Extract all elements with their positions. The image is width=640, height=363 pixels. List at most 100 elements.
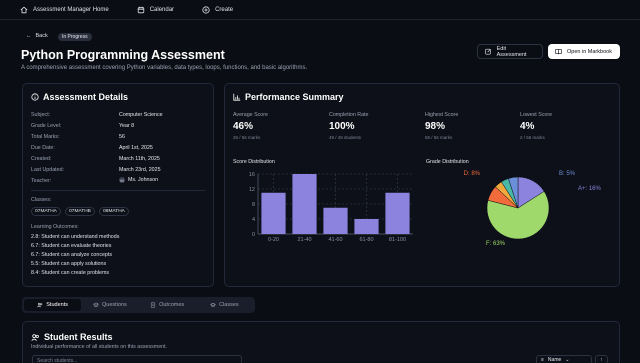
edit-icon xyxy=(485,48,491,55)
document-icon xyxy=(151,302,156,308)
y-tick-label: 0 xyxy=(252,232,255,238)
plus-circle-icon xyxy=(202,5,210,14)
sort-select[interactable]: ≡ Name ⌄ xyxy=(536,355,592,363)
outcomes-label: Learning Outcomes: xyxy=(31,224,79,230)
detail-label-grade: Grade Level: xyxy=(31,123,62,129)
detail-value-updated: March 23rd, 2025 xyxy=(119,167,161,173)
arrow-left-icon: ← xyxy=(26,33,32,39)
outcome-item: 8.4: Student can create problems xyxy=(31,270,110,276)
x-tick-label: 81-100 xyxy=(389,237,406,243)
page-title: Python Programming Assessment xyxy=(21,48,225,62)
detail-value-subject: Computer Science xyxy=(119,112,163,118)
edit-assessment-button[interactable]: Edit Assessment xyxy=(477,44,543,59)
outcome-item: 5.5: Student can apply solutions xyxy=(31,261,107,267)
tab-bar: Students Questions Outcomes Classes xyxy=(22,297,255,313)
home-icon xyxy=(20,6,28,13)
nav-calendar[interactable]: Calendar xyxy=(137,6,174,14)
stat-value-average: 46% xyxy=(233,121,254,132)
x-tick-label: 61-80 xyxy=(359,237,373,243)
x-tick-label: 41-60 xyxy=(328,237,342,243)
back-button[interactable]: ← Back xyxy=(26,33,48,39)
tab-questions[interactable]: Questions xyxy=(81,299,138,311)
stat-label-highest: Highest Score xyxy=(425,112,459,118)
y-tick-label: 16 xyxy=(249,172,255,178)
teacher-name: Ms. Johnson xyxy=(128,177,159,183)
outcome-item: 6.7: Student can analyze concepts xyxy=(31,252,112,258)
book-icon xyxy=(555,49,562,55)
nav-create-label: Create xyxy=(215,6,234,13)
slice-label: D: 8% xyxy=(464,171,481,177)
slice-label: F: 63% xyxy=(486,241,506,247)
outcome-item: 2.8: Student can understand methods xyxy=(31,234,120,240)
classes-label: Classes: xyxy=(31,197,52,203)
status-badge: In Progress xyxy=(58,33,92,41)
student-results-subtitle: Individual performance of all students o… xyxy=(31,344,168,350)
avatar: M xyxy=(119,177,125,183)
bar xyxy=(354,219,379,234)
search-input[interactable]: Search students... xyxy=(32,355,242,363)
tab-outcomes[interactable]: Outcomes xyxy=(139,299,196,311)
stat-label-average: Average Score xyxy=(233,112,268,118)
detail-label-due: Due Date: xyxy=(31,145,55,151)
bar xyxy=(292,174,317,234)
detail-label-teacher: Teacher: xyxy=(31,178,52,184)
bar xyxy=(385,192,410,234)
calendar-icon xyxy=(137,6,144,13)
stat-sub-highest: 55 / 56 marks xyxy=(425,135,453,140)
x-tick-label: 21-40 xyxy=(297,237,311,243)
slice-label: A+: 16% xyxy=(578,186,602,192)
nav-home[interactable]: Assessment Manager Home xyxy=(20,6,109,14)
tab-classes[interactable]: Classes xyxy=(196,299,253,311)
tab-students[interactable]: Students xyxy=(24,299,82,311)
stat-sub-lowest: 2 / 56 marks xyxy=(520,135,545,140)
sort-direction-button[interactable]: ↑ xyxy=(595,355,608,363)
layers-icon xyxy=(92,302,99,308)
detail-value-created: March 11th, 2025 xyxy=(119,156,160,162)
chevron-down-icon: ⌄ xyxy=(565,357,570,363)
info-icon xyxy=(31,93,39,101)
performance-summary-label: Performance Summary xyxy=(245,92,344,102)
stat-label-completion: Completion Rate xyxy=(329,112,369,118)
x-tick-label: 0-20 xyxy=(268,237,279,243)
student-results-label: Student Results xyxy=(44,332,113,342)
page-subtitle: A comprehensive assessment covering Pyth… xyxy=(21,65,308,71)
tab-questions-label: Questions xyxy=(101,302,127,308)
tab-outcomes-label: Outcomes xyxy=(159,302,185,308)
filter-icon: ≡ xyxy=(541,357,544,363)
stat-sub-average: 26 / 56 marks xyxy=(233,135,261,140)
class-chip: 07MATHA xyxy=(31,207,61,216)
bar-chart-icon xyxy=(233,93,241,101)
stat-value-completion: 100% xyxy=(329,121,355,132)
arrow-up-icon: ↑ xyxy=(600,357,603,363)
tab-classes-label: Classes xyxy=(219,302,239,308)
grade-distribution-chart: A+: 16% F: 63% D: 8% B: 5% xyxy=(464,171,602,247)
tab-students-label: Students xyxy=(46,302,68,308)
details-divider xyxy=(31,190,205,191)
detail-value-grade: Year 8 xyxy=(119,123,135,129)
open-markbook-button[interactable]: Open in Markbook xyxy=(548,44,620,59)
score-distribution-chart: 0 4 8 12 16 0-20 21-40 41-60 61-80 81-100 xyxy=(249,172,413,243)
top-nav: Assessment Manager Home Calendar Create xyxy=(0,0,640,20)
sort-label: Name xyxy=(547,357,562,363)
nav-create[interactable]: Create xyxy=(202,5,234,14)
open-markbook-label: Open in Markbook xyxy=(567,48,612,55)
performance-summary-title: Performance Summary xyxy=(233,92,344,102)
detail-value-marks: 56 xyxy=(119,134,125,140)
edit-assessment-label: Edit Assessment xyxy=(496,45,527,58)
score-distribution-title: Score Distribution xyxy=(233,159,275,165)
class-chip: 08MATHA xyxy=(99,207,129,216)
slice-label: B: 5% xyxy=(559,171,576,177)
stat-sub-completion: 49 / 49 students xyxy=(329,135,362,140)
graduation-cap-icon xyxy=(210,302,217,307)
y-tick-label: 4 xyxy=(252,217,255,223)
stat-value-lowest: 4% xyxy=(520,121,535,132)
detail-value-due: April 1st, 2025 xyxy=(119,145,153,151)
detail-label-created: Created: xyxy=(31,156,52,162)
bar xyxy=(261,192,286,234)
detail-label-subject: Subject: xyxy=(31,112,51,118)
detail-value-teacher: M Ms. Johnson xyxy=(119,177,158,183)
outcome-item: 6.7: Student can evaluate theories xyxy=(31,243,112,249)
nav-home-label: Assessment Manager Home xyxy=(33,6,109,13)
grade-distribution-title: Grade Distribution xyxy=(426,159,469,165)
stat-label-lowest: Lowest Score xyxy=(520,112,553,118)
